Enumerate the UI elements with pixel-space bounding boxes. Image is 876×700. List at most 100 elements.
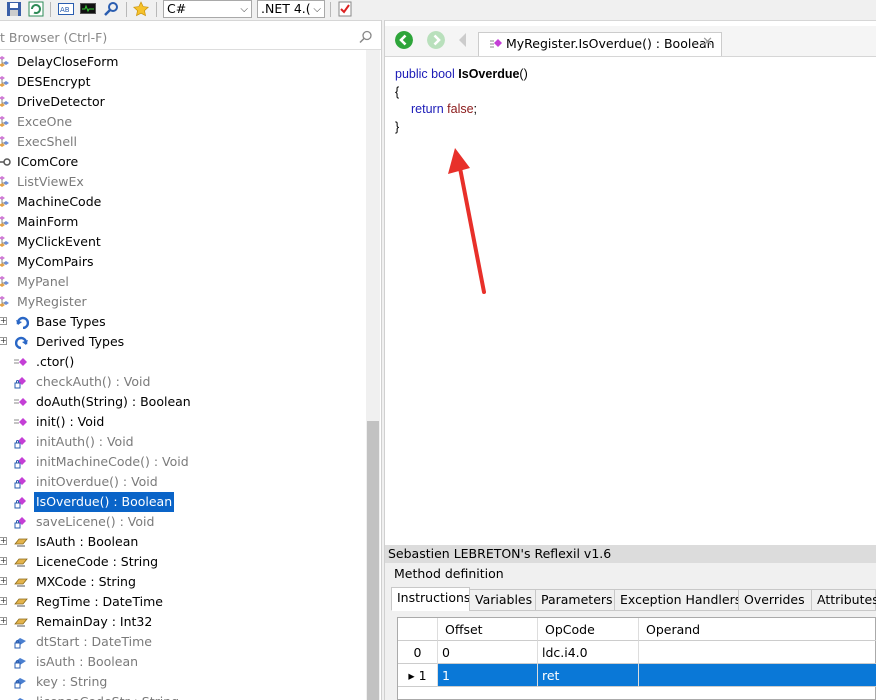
tree-item[interactable]: initAuth() : Void [0,432,366,452]
close-icon[interactable]: ✕ [702,35,713,50]
tree-item[interactable]: MyRegister [0,292,366,312]
tree-item[interactable]: MyClickEvent [0,232,366,252]
row-index[interactable]: 0 [398,641,438,664]
tree-item[interactable]: MachineCode [0,192,366,212]
search-placeholder: t Browser (Ctrl-F) [0,30,108,45]
column-header-opcode[interactable]: OpCode [538,618,639,641]
private-method-icon [14,497,26,509]
search-icon[interactable] [359,30,373,44]
tree-item[interactable]: key : String [0,672,366,692]
tree-item[interactable]: + MXCode : String [0,572,366,592]
monitor-icon[interactable] [80,1,96,17]
tree-item[interactable]: dtStart : DateTime [0,632,366,652]
tree-item[interactable]: .ctor() [0,352,366,372]
method-definition-label: Method definition [394,566,504,581]
private-method-icon [14,377,26,389]
column-header-offset[interactable]: Offset [438,618,538,641]
property-icon [14,618,28,627]
expand-toggle-icon[interactable]: + [0,557,7,565]
language-select[interactable]: C# ⌵ [163,0,252,18]
editor-tabbar: MyRegister.IsOverdue() : Boolean ✕ [385,26,876,57]
tree-item[interactable]: isAuth : Boolean [0,652,366,672]
tab-overrides[interactable]: Overrides [738,589,812,611]
cell-offset[interactable]: 0 [438,641,538,664]
ab-icon[interactable]: AB [58,1,74,17]
cell-offset[interactable]: 1 [438,664,538,687]
tree-item[interactable]: initOverdue() : Void [0,472,366,492]
tree-item[interactable]: doAuth(String) : Boolean [0,392,366,412]
tree-item[interactable]: saveLicene() : Void [0,512,366,532]
tab-instructions[interactable]: Instructions [391,587,470,611]
tree-item[interactable]: init() : Void [0,412,366,432]
cell-operand[interactable] [639,641,876,664]
tree-item[interactable]: IsOverdue() : Boolean [0,492,366,512]
tree-item[interactable]: licenseCodeStr : String [0,692,366,700]
private-method-icon [14,477,26,489]
tree-item[interactable]: + Derived Types [0,332,366,352]
tree-item-label: ExecShell [17,134,77,149]
instruction-grid[interactable]: Offset OpCode Operand 0 0 ldc.i4.0 ▸ 1 1 ret [397,617,876,700]
tree-item[interactable]: ExecShell [0,132,366,152]
base-types-icon [16,316,29,329]
cell-opcode[interactable]: ret [538,664,639,687]
class-icon [0,296,9,307]
star-icon[interactable] [133,1,149,17]
tab-parameters[interactable]: Parameters [535,589,615,611]
tree-item-label: MachineCode [17,194,102,209]
tab-isoverdue[interactable]: MyRegister.IsOverdue() : Boolean ✕ [478,32,722,56]
expand-toggle-icon[interactable]: + [0,337,7,345]
tab-exception-handlers[interactable]: Exception Handlers [614,589,741,611]
tree-item-label: MyRegister [17,294,87,309]
back-icon[interactable] [395,31,413,49]
expand-toggle-icon[interactable]: + [0,317,7,325]
browser-search[interactable]: t Browser (Ctrl-F) [0,26,381,50]
cell-opcode[interactable]: ldc.i4.0 [538,641,639,664]
framework-select[interactable]: .NET 4.( ⌵ [257,0,325,18]
tree-item[interactable]: + RegTime : DateTime [0,592,366,612]
tree-item-label: dtStart : DateTime [36,634,152,649]
tree-item-label: doAuth(String) : Boolean [36,394,191,409]
class-icon [0,56,9,67]
keyword-public: public [395,67,428,81]
save-icon[interactable] [6,1,22,17]
semicolon: ; [473,102,478,116]
class-icon [0,236,9,247]
expand-toggle-icon[interactable]: + [0,577,7,585]
literal-false: false [447,102,474,116]
tree-item[interactable]: ExceOne [0,112,366,132]
cell-operand[interactable] [639,664,876,687]
expand-toggle-icon[interactable]: + [0,597,7,605]
tree-item-label: ExceOne [17,114,73,129]
tree-item[interactable]: DriveDetector [0,92,366,112]
tab-scroll-left-icon[interactable] [458,32,468,48]
checklist-icon[interactable] [337,1,353,17]
tree-item[interactable]: MyComPairs [0,252,366,272]
tree-item[interactable]: + IsAuth : Boolean [0,532,366,552]
scrollbar-thumb[interactable] [367,421,379,700]
tab-variables[interactable]: Variables [469,589,536,611]
tree-item-label: RemainDay : Int32 [36,614,153,629]
tree-item[interactable]: DESEncrypt [0,72,366,92]
code-line-2: { [395,84,528,102]
class-icon [0,136,9,147]
expand-toggle-icon[interactable]: + [0,537,7,545]
column-header-operand[interactable]: Operand [639,618,876,641]
row-index[interactable]: ▸ 1 [398,664,438,687]
tree-item[interactable]: MainForm [0,212,366,232]
search-icon[interactable] [103,1,119,17]
tree-item[interactable]: ListViewEx [0,172,366,192]
tree-item[interactable]: IComCore [0,152,366,172]
tab-attributes[interactable]: Attributes [811,589,876,611]
tree-item-label: IsOverdue() : Boolean [34,492,175,512]
tree-item[interactable]: + Base Types [0,312,366,332]
tree-item[interactable]: + LiceneCode : String [0,552,366,572]
tree-item[interactable]: + RemainDay : Int32 [0,612,366,632]
tree-item[interactable]: DelayCloseForm [0,52,366,72]
forward-icon[interactable] [427,31,445,49]
refresh-icon[interactable] [28,1,44,17]
expand-toggle-icon[interactable]: + [0,617,7,625]
row-header-corner [398,618,438,641]
tree-item[interactable]: initMachineCode() : Void [0,452,366,472]
tree-item[interactable]: MyPanel [0,272,366,292]
tree-item[interactable]: checkAuth() : Void [0,372,366,392]
